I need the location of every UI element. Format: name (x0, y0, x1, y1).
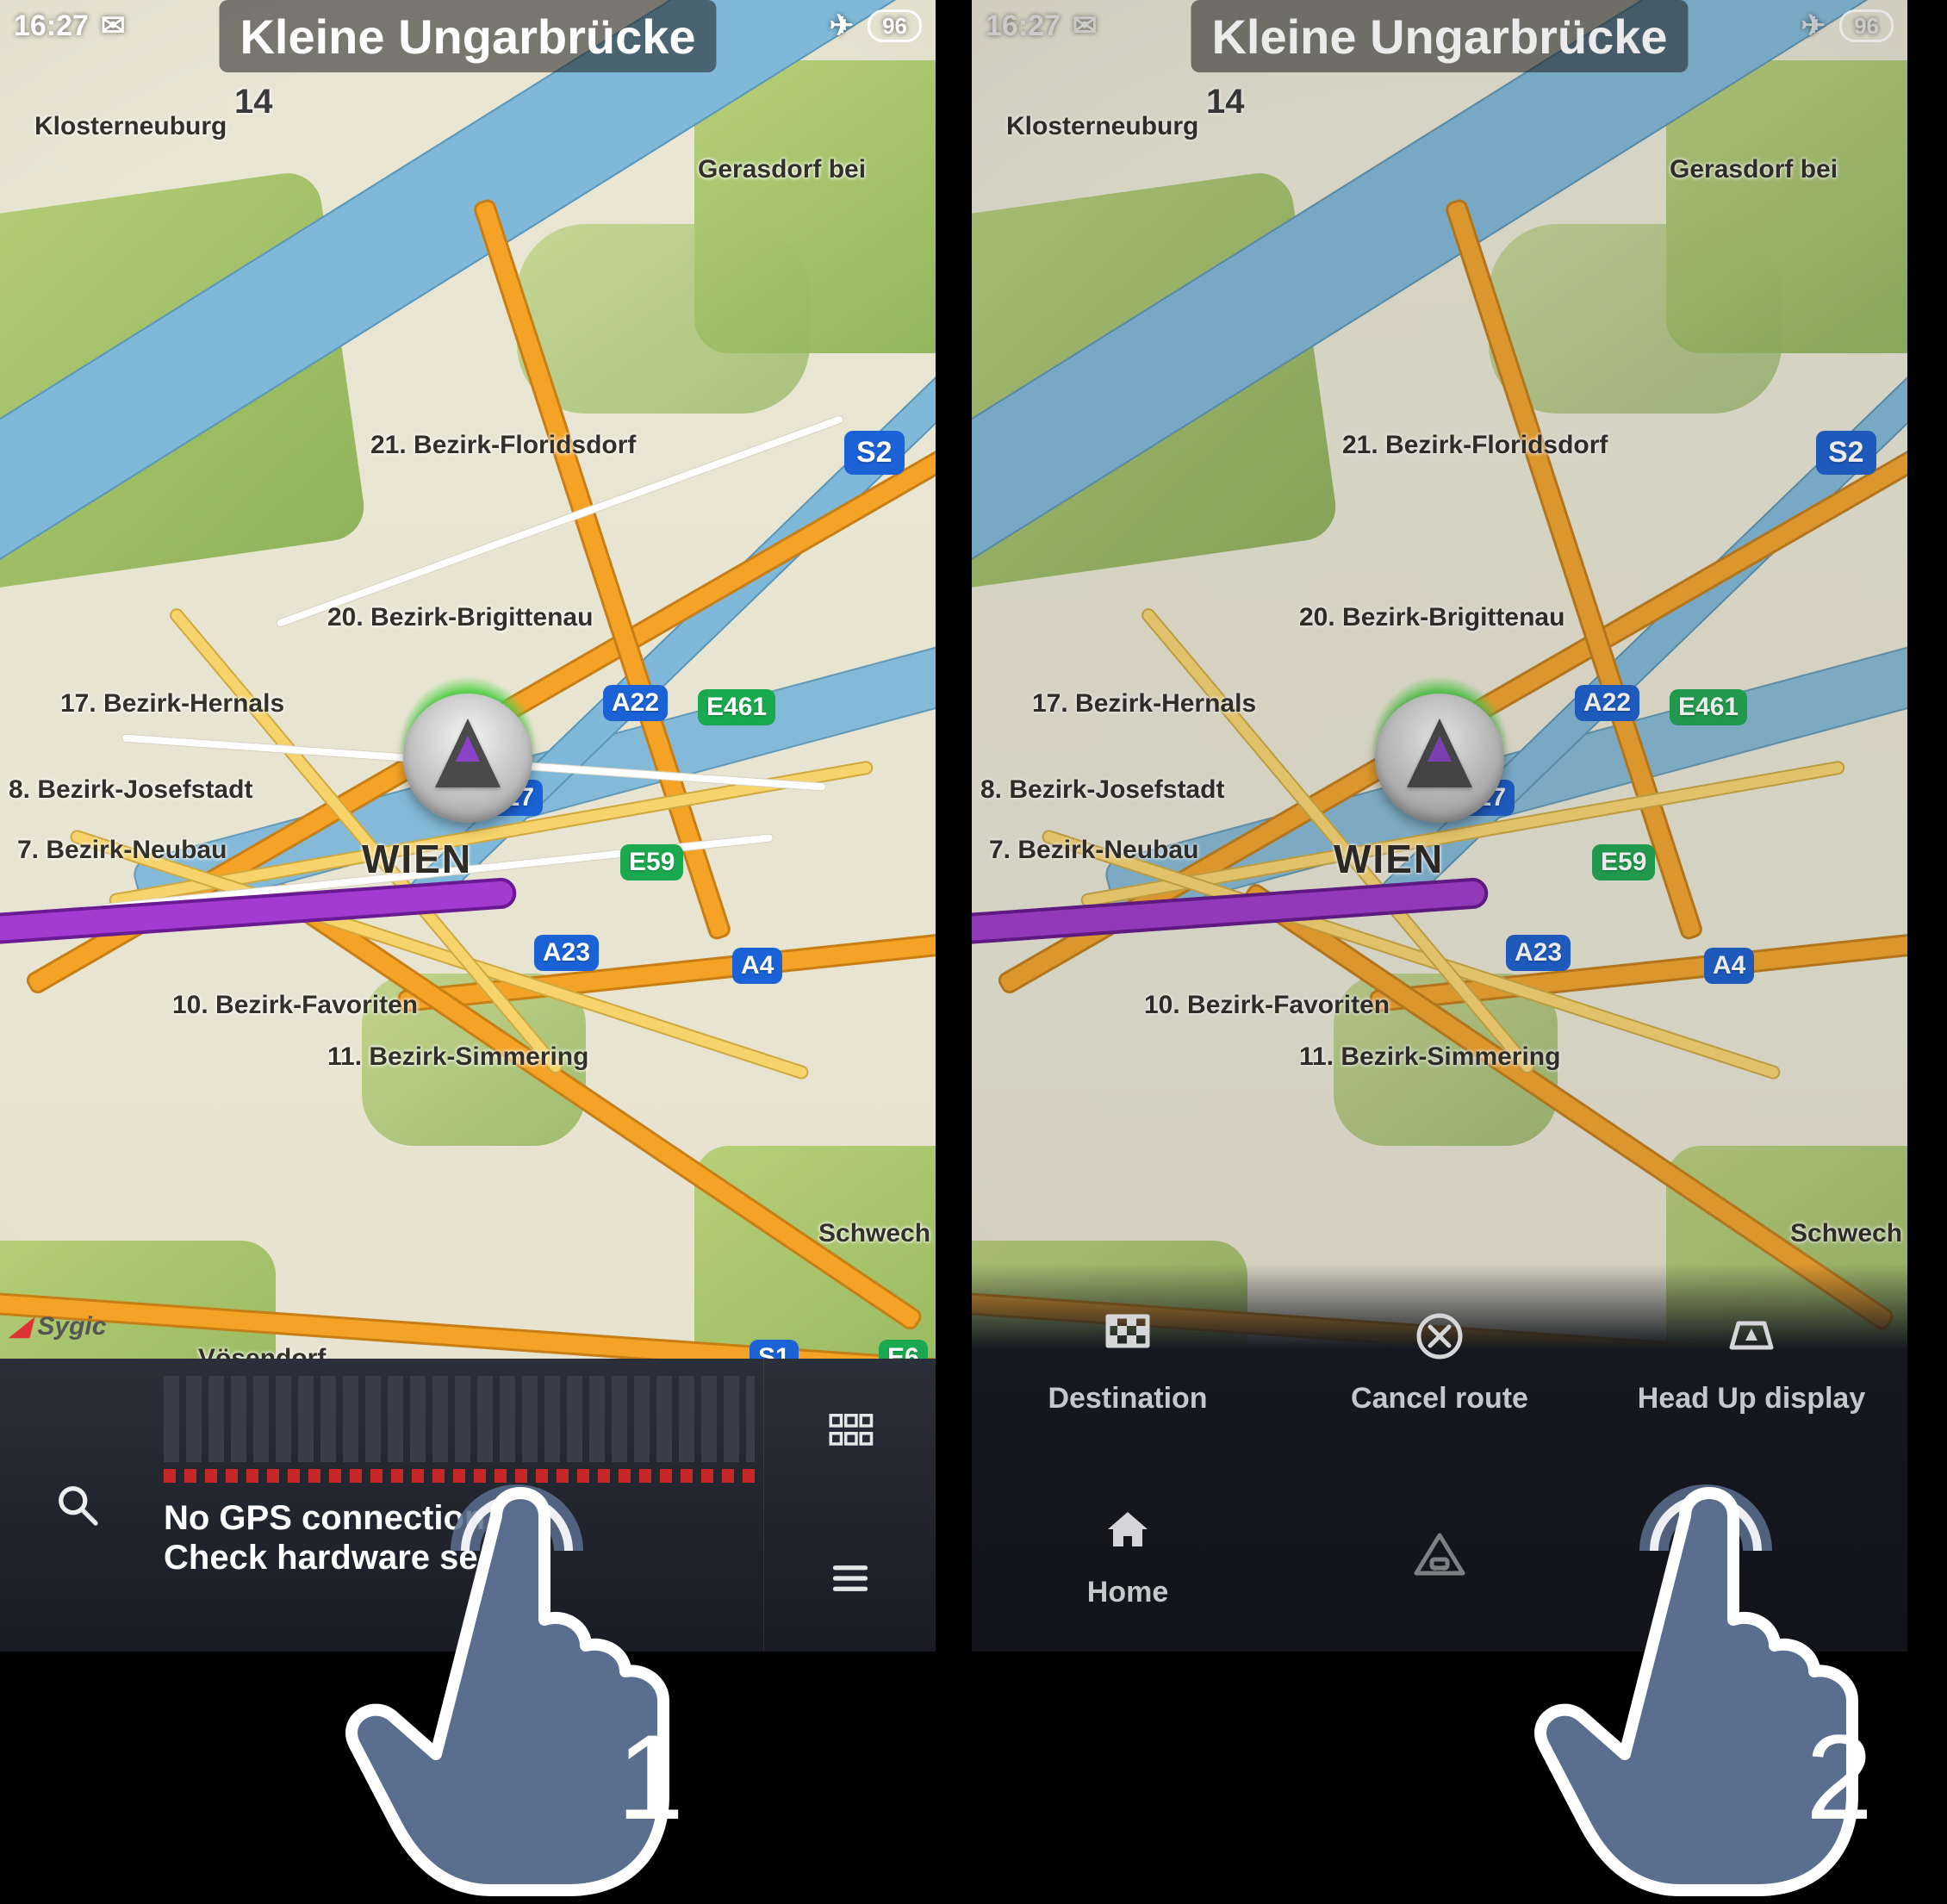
shield-a22: A22 (1575, 685, 1639, 721)
menu-button[interactable] (763, 1505, 936, 1652)
tutorial-step-number: 1 (617, 1708, 684, 1847)
home-icon (1098, 1500, 1158, 1560)
label-schwechat: Schwech (818, 1219, 930, 1248)
status-bar: 16:27 ✉ ✈ 96 (972, 0, 1907, 52)
label-klosterneuburg: Klosterneuburg (34, 112, 227, 141)
status-time: 16:27 (14, 9, 89, 43)
tutorial-hand-2: 2 (1525, 1387, 1921, 1904)
notification-icon: ✉ (101, 9, 126, 43)
airplane-mode-icon: ✈ (1801, 9, 1826, 43)
label-city: WIEN (362, 836, 472, 882)
quickmenu-home[interactable]: Home (972, 1458, 1284, 1652)
label-gerasdorf: Gerasdorf bei (1670, 155, 1838, 184)
dashboard-button[interactable] (763, 1359, 936, 1505)
cancel-circle-icon (1409, 1306, 1470, 1366)
current-position-marker (403, 694, 532, 823)
label-bez8: 8. Bezirk-Josefstadt (9, 775, 252, 805)
route-14-label: 14 (1206, 83, 1245, 121)
shield-a4: A4 (1704, 948, 1754, 984)
label-bez10: 10. Bezirk-Favoriten (172, 991, 418, 1020)
route-14-label: 14 (234, 83, 273, 121)
current-position-marker (1375, 694, 1504, 823)
shield-e59: E59 (620, 844, 683, 880)
quickmenu-cancel-route-label: Cancel route (1351, 1382, 1528, 1416)
grid-icon (826, 1408, 874, 1456)
shield-e461: E461 (1670, 689, 1747, 725)
quickmenu-destination[interactable]: Destination (972, 1264, 1284, 1458)
battery-level: 96 (1839, 9, 1894, 42)
shield-s2: S2 (844, 431, 905, 475)
label-bez11: 11. Bezirk-Simmering (1299, 1042, 1560, 1072)
search-icon (53, 1481, 102, 1529)
search-button[interactable] (0, 1359, 155, 1652)
shield-e461: E461 (698, 689, 775, 725)
label-bez20: 20. Bezirk-Brigittenau (1299, 603, 1564, 632)
label-city: WIEN (1334, 836, 1444, 882)
label-bez21: 21. Bezirk-Floridsdorf (370, 431, 636, 460)
quickmenu-home-label: Home (1087, 1576, 1168, 1609)
status-time: 16:27 (986, 9, 1061, 43)
shield-a22: A22 (603, 685, 668, 721)
label-bez21: 21. Bezirk-Floridsdorf (1342, 431, 1608, 460)
label-gerasdorf: Gerasdorf bei (698, 155, 866, 184)
airplane-mode-icon: ✈ (830, 9, 855, 43)
flag-checkered-icon (1098, 1306, 1158, 1366)
label-bez10: 10. Bezirk-Favoriten (1144, 991, 1390, 1020)
battery-level: 96 (868, 9, 922, 42)
label-bez7: 7. Bezirk-Neubau (989, 836, 1198, 865)
label-bez8: 8. Bezirk-Josefstadt (980, 775, 1224, 805)
shield-a23: A23 (1506, 935, 1571, 971)
shield-a4: A4 (732, 948, 782, 984)
shield-e59: E59 (1592, 844, 1655, 880)
label-bez20: 20. Bezirk-Brigittenau (327, 603, 593, 632)
shield-s2: S2 (1816, 431, 1876, 475)
label-bez17: 17. Bezirk-Hernals (1032, 689, 1256, 719)
label-bez17: 17. Bezirk-Hernals (60, 689, 284, 719)
hamburger-icon (826, 1554, 874, 1602)
quickmenu-destination-label: Destination (1048, 1382, 1207, 1416)
label-bez7: 7. Bezirk-Neubau (17, 836, 227, 865)
notification-icon: ✉ (1073, 9, 1098, 43)
label-bez11: 11. Bezirk-Simmering (327, 1042, 588, 1072)
shield-a23: A23 (534, 935, 599, 971)
tutorial-hand-1: 1 (336, 1387, 732, 1904)
label-schwechat: Schwech (1790, 1219, 1902, 1248)
hud-icon (1721, 1306, 1782, 1366)
traffic-warning-icon (1409, 1525, 1470, 1585)
status-bar: 16:27 ✉ ✈ 96 (0, 0, 936, 52)
sygic-watermark: ◢ Sygic (10, 1311, 106, 1341)
tutorial-step-number: 2 (1806, 1708, 1873, 1847)
label-klosterneuburg: Klosterneuburg (1006, 112, 1198, 141)
